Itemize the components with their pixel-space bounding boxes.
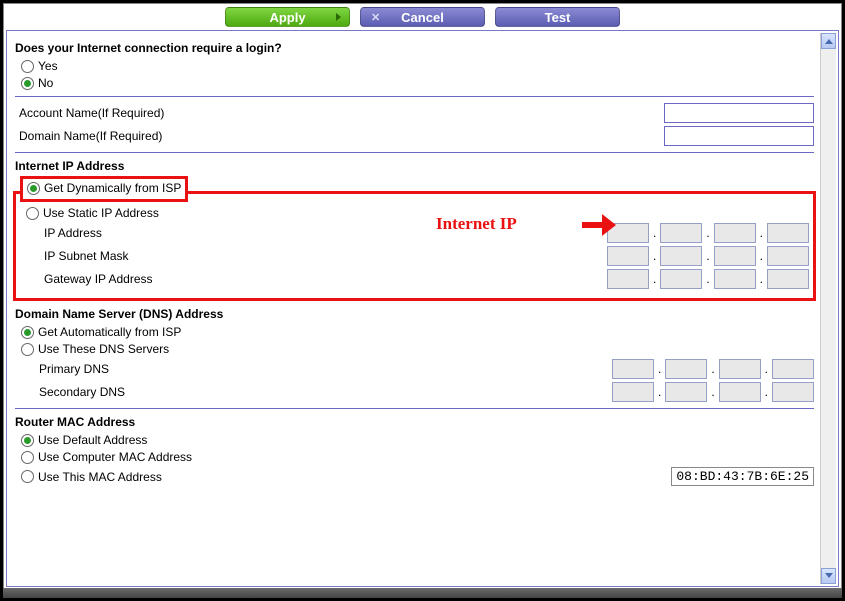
ip-dynamic-radio[interactable] [27, 182, 40, 195]
login-no-label: No [38, 76, 53, 90]
gateway-fields: . . . [607, 269, 809, 289]
secondary-dns-octet-4[interactable] [772, 382, 814, 402]
dns-auto-radio[interactable] [21, 326, 34, 339]
ip-address-fields: . . . [607, 223, 809, 243]
mac-default-radio[interactable] [21, 434, 34, 447]
cancel-label: Cancel [401, 10, 444, 25]
subnet-octet-1[interactable] [607, 246, 649, 266]
ip-heading: Internet IP Address [15, 159, 814, 173]
secondary-dns-octet-1[interactable] [612, 382, 654, 402]
gateway-octet-2[interactable] [660, 269, 702, 289]
divider [15, 408, 814, 409]
primary-dns-label: Primary DNS [39, 362, 109, 376]
test-label: Test [545, 10, 571, 25]
account-name-label: Account Name(If Required) [15, 106, 164, 120]
divider [15, 152, 814, 153]
secondary-dns-fields: . . . [612, 382, 814, 402]
toolbar: Apply ✕ Cancel Test [4, 4, 841, 28]
login-yes-label: Yes [38, 59, 58, 73]
subnet-fields: . . . [607, 246, 809, 266]
primary-dns-octet-4[interactable] [772, 359, 814, 379]
subnet-label: IP Subnet Mask [44, 249, 129, 263]
primary-dns-octet-1[interactable] [612, 359, 654, 379]
ip-static-label: Use Static IP Address [43, 206, 159, 220]
gateway-octet-4[interactable] [767, 269, 809, 289]
gateway-octet-1[interactable] [607, 269, 649, 289]
domain-name-label: Domain Name(If Required) [15, 129, 162, 143]
annotation-internet-ip-box: Get Dynamically from ISP Use Static IP A… [13, 191, 816, 301]
test-button[interactable]: Test [495, 7, 620, 27]
ip-address-octet-3[interactable] [714, 223, 756, 243]
gateway-octet-3[interactable] [714, 269, 756, 289]
secondary-dns-octet-2[interactable] [665, 382, 707, 402]
annotation-arrow-icon [582, 216, 622, 234]
mac-heading: Router MAC Address [15, 415, 814, 429]
subnet-octet-2[interactable] [660, 246, 702, 266]
dns-manual-label: Use These DNS Servers [38, 342, 169, 356]
secondary-dns-label: Secondary DNS [39, 385, 125, 399]
ip-dynamic-label: Get Dynamically from ISP [44, 181, 181, 195]
mac-default-label: Use Default Address [38, 433, 147, 447]
login-no-radio[interactable] [21, 77, 34, 90]
ip-address-label: IP Address [44, 226, 102, 240]
scroll-up-button[interactable] [821, 33, 836, 49]
divider [15, 96, 814, 97]
status-bar [3, 588, 842, 598]
login-question: Does your Internet connection require a … [15, 41, 814, 55]
mac-this-radio[interactable] [21, 470, 34, 483]
scroll-down-button[interactable] [821, 568, 836, 584]
mac-this-label: Use This MAC Address [38, 470, 162, 484]
ip-address-octet-2[interactable] [660, 223, 702, 243]
mac-computer-label: Use Computer MAC Address [38, 450, 192, 464]
cancel-button[interactable]: ✕ Cancel [360, 7, 485, 27]
dns-auto-label: Get Automatically from ISP [38, 325, 181, 339]
secondary-dns-octet-3[interactable] [719, 382, 761, 402]
login-yes-radio[interactable] [21, 60, 34, 73]
apply-label: Apply [269, 10, 305, 25]
ip-address-octet-4[interactable] [767, 223, 809, 243]
account-name-input[interactable] [664, 103, 814, 123]
primary-dns-fields: . . . [612, 359, 814, 379]
settings-panel: Does your Internet connection require a … [9, 33, 820, 584]
primary-dns-octet-2[interactable] [665, 359, 707, 379]
vertical-scrollbar[interactable] [820, 33, 836, 584]
domain-name-input[interactable] [664, 126, 814, 146]
gateway-label: Gateway IP Address [44, 272, 153, 286]
primary-dns-octet-3[interactable] [719, 359, 761, 379]
dns-heading: Domain Name Server (DNS) Address [15, 307, 814, 321]
mac-address-value[interactable]: 08:BD:43:7B:6E:25 [671, 467, 814, 486]
close-icon: ✕ [371, 11, 380, 24]
annotation-selected-option-box: Get Dynamically from ISP [20, 176, 188, 202]
annotation-label: Internet IP [436, 214, 517, 234]
apply-button[interactable]: Apply [225, 7, 350, 27]
subnet-octet-4[interactable] [767, 246, 809, 266]
mac-computer-radio[interactable] [21, 451, 34, 464]
subnet-octet-3[interactable] [714, 246, 756, 266]
ip-static-radio[interactable] [26, 207, 39, 220]
dns-manual-radio[interactable] [21, 343, 34, 356]
